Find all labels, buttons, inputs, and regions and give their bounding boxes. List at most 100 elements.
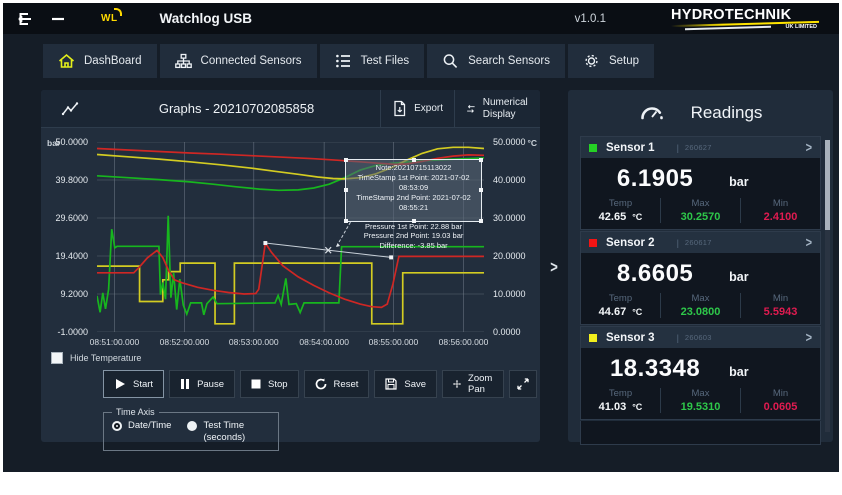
radio-selected[interactable] <box>112 421 122 431</box>
version-label: v1.0.1 <box>575 13 606 25</box>
temp-value: 41.03 <box>599 401 627 413</box>
max-label: Max <box>661 388 740 399</box>
min-value: 2.4100 <box>741 211 820 223</box>
max-value: 23.0800 <box>661 306 740 318</box>
x-tick: 08:51:00.000 <box>90 337 140 347</box>
sensor-color-swatch <box>589 239 597 247</box>
sensor-card-3: Sensor 3 | 260603 > 18.3348 bar Temp 41.… <box>580 326 821 420</box>
min-label: Min <box>741 198 820 209</box>
save-icon <box>385 378 397 390</box>
sensor-stats-row: Temp 41.03°C Max 19.5310 Min 0.0605 <box>581 386 820 419</box>
sensor-unit: bar <box>729 270 748 284</box>
sensor-color-swatch <box>589 144 597 152</box>
x-tick: 08:53:00.000 <box>229 337 279 347</box>
min-value: 5.5943 <box>741 306 820 318</box>
stop-label: Stop <box>268 379 288 390</box>
gear-icon <box>583 53 600 69</box>
temp-unit: °C <box>632 307 642 317</box>
titlebar: WL Watchlog USB v1.0.1 HYDROTECHNIK UK L… <box>3 3 839 34</box>
main-nav: DashBoard Connected Sensors Test Files S… <box>43 44 839 78</box>
nav-label: DashBoard <box>84 55 142 67</box>
chevron-right-icon[interactable]: > <box>806 140 812 155</box>
radio-test-time[interactable]: Test Time (seconds) <box>187 420 261 444</box>
chevron-right-icon[interactable]: > <box>806 235 812 250</box>
max-label: Max <box>661 293 740 304</box>
sensor-unit: bar <box>729 365 748 379</box>
y-axis-right: °C 50.0000 40.0000 30.0000 20.0000 10.00… <box>486 142 540 332</box>
radio-date-time[interactable]: Date/Time <box>112 420 171 444</box>
start-label: Start <box>133 379 153 390</box>
y-tick: 20.0000 <box>493 251 526 261</box>
chevron-right-icon[interactable]: > <box>806 330 812 345</box>
stop-button[interactable]: Stop <box>240 370 299 398</box>
sensor-name: Sensor 1 <box>606 142 655 154</box>
y-tick: 30.0000 <box>493 213 526 223</box>
fullscreen-button[interactable] <box>509 370 537 398</box>
move-icon <box>453 377 461 391</box>
tooltip-line: TimeStamp 1st Point: 2021-07-02 08:53:09 <box>346 173 480 193</box>
nav-test-files[interactable]: Test Files <box>320 44 425 78</box>
radio-unselected[interactable] <box>187 421 197 431</box>
empty-card-area <box>580 421 821 445</box>
zoom-pan-button[interactable]: Zoom Pan <box>442 370 504 398</box>
x-tick: 08:52:00.000 <box>160 337 210 347</box>
chart-area: bar 50.0000 39.8000 29.6000 19.4000 9.20… <box>41 134 540 352</box>
brand-sub-label: UK LIMITED <box>784 24 819 30</box>
readings-title: Readings <box>691 103 763 123</box>
start-button[interactable]: Start <box>103 370 164 398</box>
temp-label: Temp <box>581 388 660 399</box>
plot-region[interactable]: Note:20210715113022 TimeStamp 1st Point:… <box>97 142 484 332</box>
y-tick: 9.2000 <box>60 289 88 299</box>
readings-scrollbar[interactable] <box>825 140 830 432</box>
y-tick: 10.0000 <box>493 289 526 299</box>
time-axis-legend: Time Axis <box>112 407 159 417</box>
hide-temperature-checkbox[interactable]: Hide Temperature <box>51 352 540 364</box>
sensor-name: Sensor 2 <box>606 237 655 249</box>
save-button[interactable]: Save <box>374 370 437 398</box>
x-tick: 08:55:00.000 <box>369 337 419 347</box>
tooltip-note: Note:20210715113022 <box>346 163 480 173</box>
hydrotechnik-logo: HYDROTECHNIK UK LIMITED <box>671 7 823 30</box>
x-tick: 08:56:00.000 <box>439 337 489 347</box>
radio-label: Test Time (seconds) <box>203 420 261 444</box>
readings-panel: Readings Sensor 1 | 260627 > 6.1905 bar <box>568 90 833 442</box>
radio-label: Date/Time <box>128 420 171 432</box>
export-button[interactable]: Export <box>380 90 454 127</box>
checkbox[interactable] <box>51 352 63 364</box>
max-value: 19.5310 <box>661 401 740 413</box>
sensor-2-header[interactable]: Sensor 2 | 260617 > <box>581 232 820 253</box>
sensor-id: 260617 <box>685 238 712 247</box>
list-icon <box>335 53 352 69</box>
nav-label: Setup <box>609 55 639 67</box>
sensor-1-header[interactable]: Sensor 1 | 260627 > <box>581 137 820 158</box>
collapse-panel-chevron[interactable]: > <box>540 37 568 495</box>
exit-icon[interactable] <box>11 8 37 30</box>
y-tick: 0.0000 <box>493 327 521 337</box>
separator: | <box>677 238 679 248</box>
sensor-3-header[interactable]: Sensor 3 | 260603 > <box>581 327 820 348</box>
numerical-display-button[interactable]: Numerical Display <box>454 90 540 127</box>
nav-connected-sensors[interactable]: Connected Sensors <box>160 44 317 78</box>
content: Graphs - 20210702085858 Export Numerical… <box>41 90 839 442</box>
nav-setup[interactable]: Setup <box>568 44 654 78</box>
sensor-color-swatch <box>589 334 597 342</box>
y-tick: -1.0000 <box>57 327 88 337</box>
minimize-icon[interactable] <box>45 8 71 30</box>
app-title: Watchlog USB <box>160 11 253 26</box>
sensor-value-row: 18.3348 bar <box>581 348 820 386</box>
nav-dashboard[interactable]: DashBoard <box>43 44 157 78</box>
x-tick: 08:54:00.000 <box>299 337 349 347</box>
sensor-value-row: 6.1905 bar <box>581 158 820 196</box>
sensor-id: 260603 <box>685 333 712 342</box>
gauge-icon <box>639 102 665 124</box>
y-tick: 29.6000 <box>55 213 88 223</box>
numerical-display-label: Numerical Display <box>483 97 529 120</box>
right-axis-unit: °C <box>527 138 537 148</box>
reset-button[interactable]: Reset <box>304 370 370 398</box>
min-label: Min <box>741 388 820 399</box>
watchlog-logo-icon: WL <box>101 13 118 24</box>
measurement-tooltip[interactable]: Note:20210715113022 TimeStamp 1st Point:… <box>345 159 481 222</box>
nav-label: Connected Sensors <box>201 55 302 67</box>
pause-button[interactable]: Pause <box>169 370 235 398</box>
scrollbar-thumb[interactable] <box>825 140 830 230</box>
